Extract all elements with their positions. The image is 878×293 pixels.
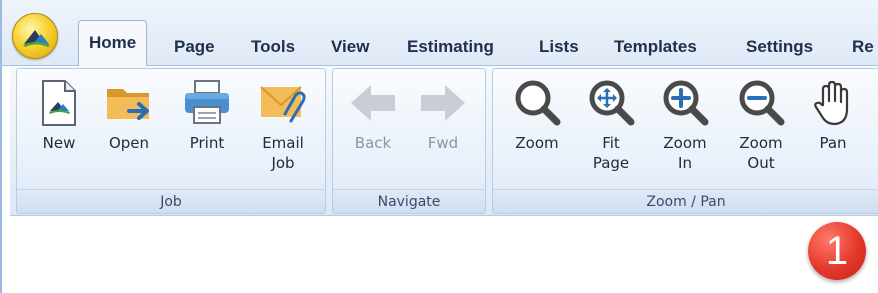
email-job-label: Email Job	[262, 134, 304, 172]
zoom-in-button[interactable]: Zoom In	[653, 77, 717, 173]
forward-arrow-icon	[421, 85, 465, 121]
app-window: Home Page Tools View Estimating Lists Te…	[0, 0, 878, 293]
tab-view[interactable]: View	[331, 33, 369, 61]
document-area[interactable]	[4, 217, 878, 293]
fit-page-button[interactable]: Fit Page	[579, 77, 643, 173]
magnifier-icon	[515, 80, 561, 126]
tab-home[interactable]: Home	[78, 20, 148, 67]
open-button[interactable]: Open	[97, 77, 161, 153]
tab-lists[interactable]: Lists	[539, 33, 579, 61]
new-document-icon	[42, 80, 76, 126]
email-attachment-icon	[260, 86, 306, 123]
tab-re[interactable]: Re	[852, 33, 874, 61]
back-button[interactable]: Back	[345, 77, 401, 153]
application-menu-button[interactable]	[12, 13, 58, 59]
ribbon-panel: New Open Print Email Job Job Back Fwd Na…	[10, 66, 878, 216]
fwd-label: Fwd	[427, 134, 459, 152]
app-logo-icon	[23, 30, 50, 47]
tab-estimating[interactable]: Estimating	[407, 33, 494, 61]
tab-page[interactable]: Page	[174, 33, 215, 61]
group-navigate: Back Fwd Navigate	[332, 68, 486, 214]
fit-page-label: Fit Page	[592, 134, 630, 172]
tab-settings[interactable]: Settings	[746, 33, 813, 61]
group-job: New Open Print Email Job Job	[16, 68, 326, 214]
zoom-in-icon	[663, 80, 709, 126]
open-folder-icon	[107, 89, 149, 120]
new-label: New	[42, 134, 76, 152]
fit-page-icon	[589, 80, 635, 126]
zoom-out-button[interactable]: Zoom Out	[729, 77, 793, 173]
email-job-button[interactable]: Email Job	[251, 77, 315, 173]
printer-icon	[185, 80, 229, 124]
ribbon-tab-bar: Home Page Tools View Estimating Lists Te…	[2, 0, 878, 67]
zoom-in-label: Zoom In	[663, 134, 707, 172]
pan-hand-icon	[814, 80, 849, 126]
step-number-badge: 1	[808, 222, 866, 280]
group-caption-navigate: Navigate	[333, 189, 485, 213]
fwd-button[interactable]: Fwd	[415, 77, 471, 153]
back-label: Back	[354, 134, 392, 152]
group-zoom-pan: Zoom Fit Page Zoom In Zoom Out Pan Zoom …	[492, 68, 878, 214]
new-button[interactable]: New	[31, 77, 87, 153]
zoom-out-icon	[739, 80, 785, 126]
group-caption-zoom-pan: Zoom / Pan	[493, 189, 878, 213]
zoom-out-label: Zoom Out	[739, 134, 783, 172]
pan-label: Pan	[819, 134, 847, 152]
zoom-label: Zoom	[515, 134, 559, 152]
group-caption-job: Job	[17, 189, 325, 213]
print-button[interactable]: Print	[175, 77, 239, 153]
zoom-button[interactable]: Zoom	[505, 77, 569, 153]
open-label: Open	[108, 134, 150, 152]
print-label: Print	[189, 134, 225, 152]
tab-tools[interactable]: Tools	[251, 33, 295, 61]
pan-button[interactable]: Pan	[803, 77, 863, 153]
back-arrow-icon	[351, 85, 395, 121]
tab-templates[interactable]: Templates	[614, 33, 697, 61]
